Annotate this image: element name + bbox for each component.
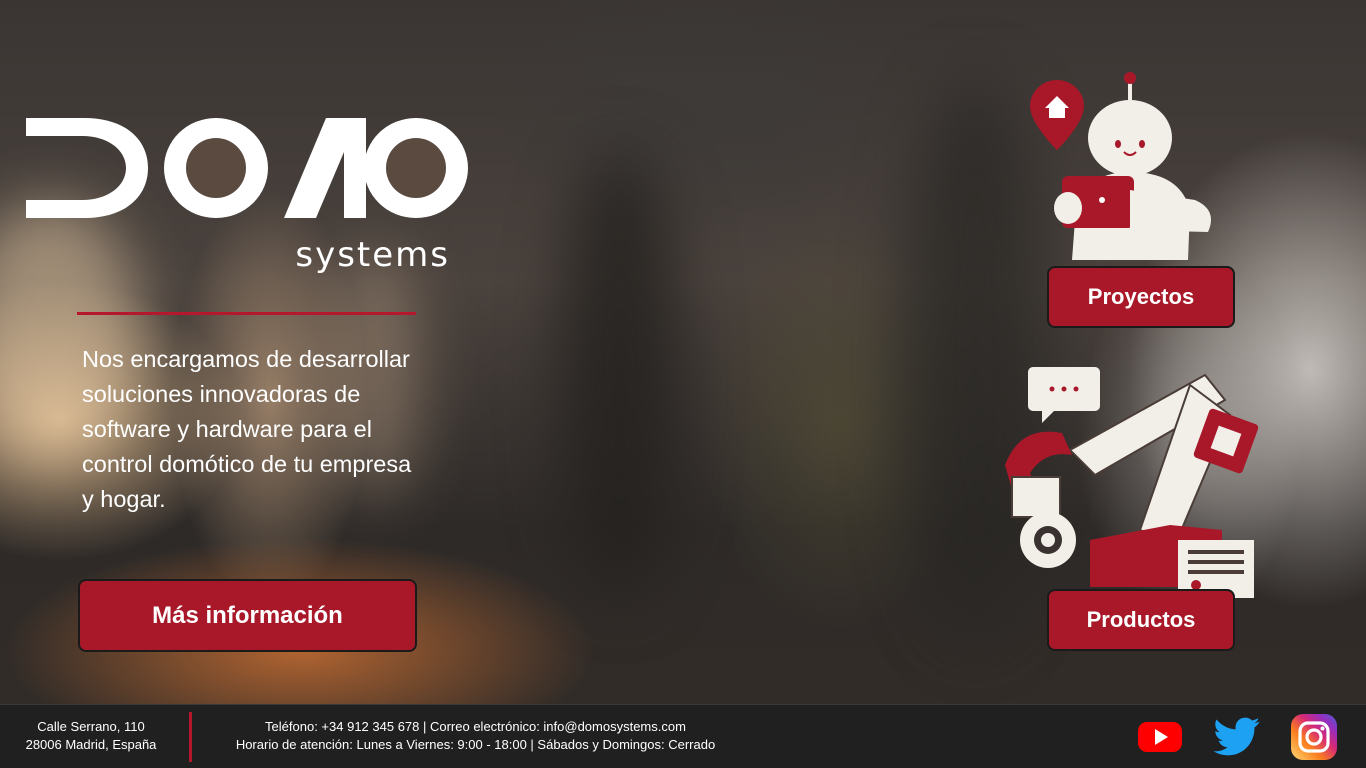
robot-illustration bbox=[1030, 72, 1212, 260]
address-line-1: Calle Serrano, 110 bbox=[37, 719, 145, 734]
youtube-icon[interactable] bbox=[1136, 713, 1184, 761]
chat-bubble-icon bbox=[1028, 367, 1100, 423]
instagram-icon[interactable] bbox=[1290, 713, 1338, 761]
address-line-2: 28006 Madrid, España bbox=[25, 737, 157, 752]
contact-line-1: Teléfono: +34 912 345 678 | Correo elect… bbox=[265, 719, 686, 734]
footer: Calle Serrano, 110 28006 Madrid, España … bbox=[0, 704, 1366, 768]
domo-systems-logo: systems bbox=[26, 118, 468, 275]
projects-button[interactable]: Proyectos bbox=[1047, 266, 1235, 328]
footer-contact: Teléfono: +34 912 345 678 | Correo elect… bbox=[198, 718, 753, 754]
gear-icon bbox=[1020, 512, 1076, 568]
contact-line-2: Horario de atención: Lunes a Viernes: 9:… bbox=[235, 737, 716, 752]
more-info-button[interactable]: Más información bbox=[78, 579, 417, 652]
footer-divider bbox=[189, 712, 192, 762]
twitter-icon[interactable] bbox=[1214, 713, 1262, 761]
robot-arm-illustration bbox=[1005, 367, 1259, 598]
hero-tagline: Nos encargamos de desarrollar soluciones… bbox=[82, 346, 412, 512]
hero-divider bbox=[77, 312, 416, 315]
home-location-icon bbox=[1030, 80, 1084, 150]
footer-address: Calle Serrano, 110 28006 Madrid, España bbox=[0, 718, 182, 754]
products-button[interactable]: Productos bbox=[1047, 589, 1235, 651]
logo-systems-text: systems bbox=[295, 235, 450, 275]
